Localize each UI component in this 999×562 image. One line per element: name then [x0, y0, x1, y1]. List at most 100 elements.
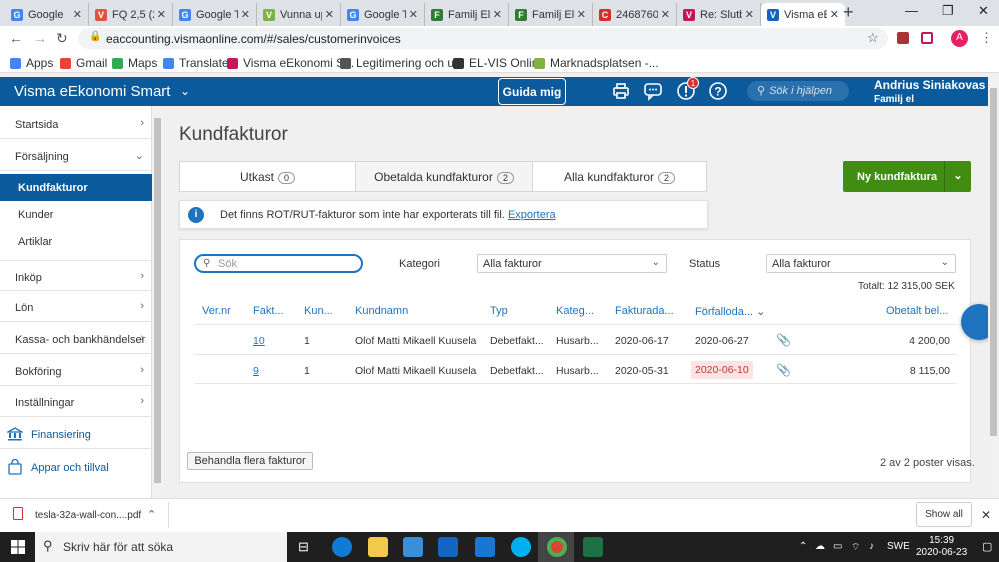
windows-start-icon[interactable]	[11, 540, 25, 557]
sidebar-item-lon[interactable]: Lön ›	[0, 291, 152, 322]
column-header-ver[interactable]: Ver.nr	[202, 305, 231, 317]
browser-tab[interactable]: C 2468760 ✕	[593, 3, 677, 26]
menu-kebab-icon[interactable]: ⋮	[980, 30, 993, 46]
edge-icon[interactable]	[332, 537, 352, 557]
taskbar-search[interactable]: ⚲ Skriv här för att söka	[35, 532, 287, 562]
speaker-icon[interactable]: ♪	[869, 541, 874, 552]
attachment-icon[interactable]: 📎	[776, 333, 791, 347]
browser-tab[interactable]: V Vunna up✕	[257, 3, 341, 26]
maximize-icon[interactable]: ❐	[942, 3, 954, 19]
browser-tab[interactable]: V Re: Slutb ✕	[677, 3, 761, 26]
close-tab-icon[interactable]: ✕	[830, 8, 839, 21]
bookmark-item[interactable]: Visma eEkonomi S...	[227, 56, 354, 70]
extension-icon[interactable]	[921, 32, 933, 44]
batch-process-button[interactable]: Behandla flera fakturor	[187, 452, 313, 470]
help-icon[interactable]: ?	[708, 81, 728, 101]
chevron-up-icon[interactable]: ⌃	[147, 508, 156, 521]
mail-icon[interactable]	[438, 537, 458, 557]
sidebar-item-kassa[interactable]: Kassa- och bankhändelser ›	[0, 323, 152, 354]
bookmark-item[interactable]: Translate	[163, 56, 229, 70]
column-header-due-date[interactable]: Förfalloda... ⌄	[695, 305, 765, 318]
close-tab-icon[interactable]: ✕	[325, 8, 334, 21]
chevron-down-icon[interactable]: ⌄	[944, 161, 971, 192]
browser-tab[interactable]: F Familj El ✕	[425, 3, 509, 26]
battery-icon[interactable]: ▭	[833, 541, 842, 552]
minimize-icon[interactable]: —	[905, 3, 918, 18]
close-tab-icon[interactable]: ✕	[157, 8, 166, 21]
close-icon[interactable]: ✕	[981, 508, 991, 522]
guide-button[interactable]: Guida mig	[498, 78, 566, 105]
chevron-down-icon[interactable]: ⌄	[180, 84, 190, 98]
column-header-category[interactable]: Kateg...	[556, 305, 594, 317]
app-icon[interactable]	[475, 537, 495, 557]
forward-icon[interactable]: →	[33, 30, 47, 46]
tab-utkast[interactable]: Utkast 0	[180, 162, 355, 191]
column-header-invoice-date[interactable]: Fakturada...	[615, 305, 674, 317]
browser-tab[interactable]: F Familj El ✕	[509, 3, 593, 26]
language-indicator[interactable]: SWE	[887, 541, 910, 552]
sidebar-item-appar[interactable]: Appar och tillval	[0, 451, 152, 482]
sidebar-item-forsaljning[interactable]: Försäljning ⌄	[0, 140, 152, 171]
status-select[interactable]: Alla fakturor ⌄	[766, 254, 956, 273]
file-explorer-icon[interactable]	[368, 537, 388, 557]
extension-icon[interactable]	[897, 32, 909, 44]
sidebar-item-finansiering[interactable]: Finansiering	[0, 418, 152, 449]
cloud-icon[interactable]: ☁	[815, 541, 825, 552]
table-row[interactable]: 10 1 Olof Matti Mikaell Kuusela Debetfak…	[194, 324, 956, 354]
close-tab-icon[interactable]: ✕	[493, 8, 502, 21]
sidebar-item-kundfakturor[interactable]: Kundfakturor	[0, 174, 152, 201]
chrome-icon[interactable]	[547, 537, 567, 557]
close-tab-icon[interactable]: ✕	[241, 8, 250, 21]
invoice-number-link[interactable]: 10	[253, 335, 265, 347]
column-header-amount[interactable]: Obetalt bel...	[886, 305, 948, 317]
browser-tab[interactable]: V Visma eE ✕	[761, 3, 845, 26]
download-item[interactable]: tesla-32a-wall-con....pdf	[35, 510, 141, 521]
search-input[interactable]: ⚲ Sök	[194, 254, 363, 273]
export-link[interactable]: Exportera	[508, 209, 556, 221]
user-menu[interactable]: Andrius Siniakovas ⌄ Familj el	[874, 79, 999, 106]
close-tab-icon[interactable]: ✕	[577, 8, 586, 21]
sidebar-item-installningar[interactable]: Inställningar ›	[0, 386, 152, 417]
close-tab-icon[interactable]: ✕	[745, 8, 754, 21]
column-header-customer-no[interactable]: Kun...	[304, 305, 333, 317]
tab-obetalda[interactable]: Obetalda kundfakturor 2	[355, 162, 533, 191]
bookmark-star-icon[interactable]: ☆	[867, 30, 879, 46]
sidebar-scroll-thumb[interactable]	[154, 118, 161, 483]
close-window-icon[interactable]: ✕	[978, 3, 989, 19]
tab-alla[interactable]: Alla kundfakturor 2	[533, 162, 706, 191]
table-row[interactable]: 9 1 Olof Matti Mikaell Kuusela Debetfakt…	[194, 354, 956, 384]
store-icon[interactable]	[403, 537, 423, 557]
sidebar-item-kunder[interactable]: Kunder	[0, 201, 152, 228]
new-tab-button[interactable]: +	[843, 2, 854, 23]
sidebar-item-inkop[interactable]: Inköp ›	[0, 260, 152, 291]
sidebar-item-artiklar[interactable]: Artiklar	[0, 228, 152, 255]
close-tab-icon[interactable]: ✕	[73, 8, 82, 21]
wifi-icon[interactable]: ⌔	[851, 541, 860, 554]
bookmark-item[interactable]: Legitimering och u...	[340, 56, 464, 70]
reload-icon[interactable]: ↻	[56, 30, 68, 47]
close-tab-icon[interactable]: ✕	[409, 8, 418, 21]
sidebar-item-startsida[interactable]: Startsida ›	[0, 108, 152, 139]
attachment-icon[interactable]: 📎	[776, 363, 791, 377]
close-tab-icon[interactable]: ✕	[661, 8, 670, 21]
excel-icon[interactable]	[583, 537, 603, 557]
help-search-input[interactable]: ⚲ Sök i hjälpen	[747, 81, 849, 101]
clock[interactable]: 15:39 2020-06-23	[916, 535, 967, 559]
sidebar-item-bokforing[interactable]: Bokföring ›	[0, 355, 152, 386]
browser-tab[interactable]: G Google T ✕	[341, 3, 425, 26]
skype-icon[interactable]	[511, 537, 531, 557]
column-header-customer-name[interactable]: Kundnamn	[355, 305, 408, 317]
new-invoice-button[interactable]: Ny kundfaktura ⌄	[843, 161, 971, 192]
bookmark-item[interactable]: Marknadsplatsen -...	[534, 56, 659, 70]
category-select[interactable]: Alla fakturor ⌄	[477, 254, 667, 273]
bookmark-item[interactable]: Maps	[112, 56, 157, 70]
profile-avatar[interactable]: A	[951, 30, 968, 47]
chevron-up-icon[interactable]: ⌃	[799, 541, 807, 552]
browser-tab[interactable]: G Google T ✕	[173, 3, 257, 26]
browser-tab[interactable]: V FQ 2,5 (2...✕	[89, 3, 173, 26]
bookmark-item[interactable]: Apps	[10, 56, 53, 70]
show-all-button[interactable]: Show all	[916, 502, 972, 527]
column-header-invoice[interactable]: Fakt...	[253, 305, 284, 317]
invoice-number-link[interactable]: 9	[253, 365, 259, 377]
print-icon[interactable]	[611, 81, 631, 101]
